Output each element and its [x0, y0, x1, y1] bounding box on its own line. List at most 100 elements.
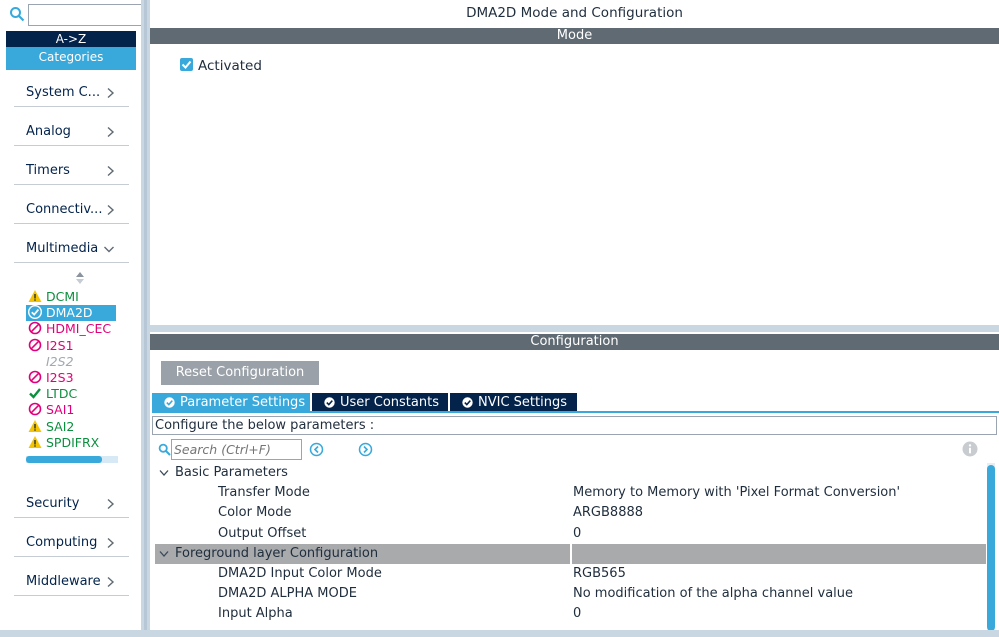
category-label: Multimedia: [26, 241, 99, 256]
category-label: Security: [26, 496, 80, 511]
peripheral-item-i2s1[interactable]: I2S1: [28, 338, 74, 354]
category-security[interactable]: Security: [14, 490, 129, 518]
param-row[interactable]: Input Alpha 0: [155, 604, 986, 624]
chevron-down-icon[interactable]: [159, 469, 169, 477]
check-icon[interactable]: [180, 58, 193, 71]
blocked-icon: [28, 370, 42, 384]
category-connectiv[interactable]: Connectiv...: [14, 196, 129, 224]
bottom-border: [0, 630, 999, 637]
scroll-up-arrow-icon[interactable]: [75, 271, 85, 285]
search-icon: [158, 443, 171, 456]
warning-icon: [28, 290, 42, 302]
search-icon[interactable]: [9, 6, 25, 22]
tab-label: NVIC Settings: [478, 395, 567, 410]
tab-user-constants[interactable]: User Constants: [312, 393, 448, 412]
configuration-header: Configuration: [150, 334, 999, 350]
parameter-tree: Basic Parameters Transfer Mode Memory to M…: [155, 463, 986, 633]
category-analog[interactable]: Analog: [14, 118, 129, 146]
scrollbar-thumb[interactable]: [987, 465, 995, 631]
chevron-right-icon: [107, 576, 115, 588]
group-label: Basic Parameters: [175, 465, 288, 480]
param-group-basic-parameters[interactable]: Basic Parameters: [155, 463, 986, 483]
param-value[interactable]: Memory to Memory with 'Pixel Format Conv…: [573, 483, 900, 503]
peripheral-item-ltdc[interactable]: LTDC: [28, 386, 77, 402]
info-icon[interactable]: [962, 441, 978, 457]
panel-divider[interactable]: [150, 325, 999, 332]
category-label: Timers: [26, 163, 70, 178]
param-row[interactable]: Color Mode ARGB8888: [155, 503, 986, 523]
check-icon: [324, 397, 335, 408]
peripheral-label: DCMI: [46, 289, 79, 304]
sidebar-search: [6, 4, 146, 26]
peripheral-item-sai1[interactable]: SAI1: [28, 402, 74, 418]
previous-match-icon[interactable]: [309, 442, 324, 457]
param-name: Input Alpha: [218, 606, 293, 622]
param-value[interactable]: ARGB8888: [573, 503, 643, 523]
param-value[interactable]: No modification of the alpha channel val…: [573, 584, 853, 604]
peripheral-item-dma2d[interactable]: DMA2D: [26, 305, 116, 322]
categories-underline: [6, 67, 136, 70]
peripheral-item-sai2[interactable]: SAI2: [28, 419, 74, 435]
chevron-right-icon: [107, 126, 115, 138]
sidebar-search-input[interactable]: [28, 4, 146, 26]
peripheral-label: SAI1: [46, 402, 75, 418]
category-multimedia[interactable]: Multimedia: [14, 235, 129, 263]
peripheral-label: DMA2D: [46, 305, 93, 321]
splitter-grip: [144, 0, 147, 637]
configure-hint: Configure the below parameters :: [152, 416, 997, 435]
param-value[interactable]: 0: [573, 524, 581, 544]
tab-parameter-settings[interactable]: Parameter Settings: [152, 393, 310, 412]
category-label: Connectiv...: [26, 202, 103, 217]
peripheral-label: LTDC: [46, 386, 78, 402]
category-label: Analog: [26, 124, 71, 139]
param-name: Transfer Mode: [218, 485, 310, 501]
activated-checkbox[interactable]: Activated: [180, 58, 262, 74]
categories-button[interactable]: Categories: [6, 47, 136, 67]
chevron-right-icon: [107, 165, 115, 177]
check-icon: [462, 397, 473, 408]
parameter-tree-scrollbar[interactable]: [987, 463, 995, 633]
sidebar-splitter[interactable]: [141, 0, 150, 637]
param-row[interactable]: DMA2D ALPHA MODE No modification of the a…: [155, 584, 986, 604]
blocked-icon: [28, 403, 42, 416]
peripheral-list-scrollbar[interactable]: [26, 456, 118, 463]
page-title: DMA2D Mode and Configuration: [466, 5, 683, 21]
check-icon: [29, 388, 41, 399]
category-system-c[interactable]: System C...: [14, 79, 129, 107]
sort-az-button[interactable]: A->Z: [6, 31, 136, 47]
category-timers[interactable]: Timers: [14, 157, 129, 185]
param-name: Output Offset: [218, 525, 307, 541]
peripheral-item-hdmi-cec[interactable]: HDMI_CEC: [28, 321, 111, 337]
peripheral-item-dcmi[interactable]: DCMI: [28, 289, 79, 305]
chevron-right-icon: [107, 498, 115, 510]
next-match-icon[interactable]: [358, 442, 373, 457]
chevron-right-icon: [107, 204, 115, 216]
category-label: System C...: [26, 85, 101, 100]
category-middleware[interactable]: Middleware: [14, 568, 129, 596]
tab-label: Parameter Settings: [180, 395, 306, 410]
peripheral-item-i2s3[interactable]: I2S3: [28, 370, 74, 386]
peripheral-item-spdifrx[interactable]: SPDIFRX: [28, 435, 99, 451]
param-value[interactable]: RGB565: [573, 564, 626, 584]
blocked-icon: [28, 338, 42, 351]
reset-configuration-button[interactable]: Reset Configuration: [161, 361, 319, 385]
param-row[interactable]: Output Offset 0: [155, 524, 986, 544]
parameter-search-input[interactable]: [171, 439, 302, 460]
chevron-down-icon: [104, 246, 114, 253]
param-value[interactable]: 0: [573, 604, 581, 624]
chevron-down-icon[interactable]: [159, 550, 169, 558]
param-row[interactable]: DMA2D Input Color Mode RGB565: [155, 564, 986, 584]
tab-label: User Constants: [340, 395, 439, 410]
peripheral-sidebar: A->Z Categories System C... Analog Timers C…: [0, 0, 146, 637]
scrollbar-thumb[interactable]: [26, 456, 102, 463]
peripheral-label: SPDIFRX: [46, 434, 100, 450]
peripheral-item-i2s2[interactable]: I2S2: [28, 354, 74, 370]
main-panel: DMA2D Mode and Configuration Mode Activa…: [150, 0, 999, 637]
param-group-foreground-layer-configuration[interactable]: Foreground layer Configuration: [155, 543, 986, 564]
tab-nvic-settings[interactable]: NVIC Settings: [450, 393, 577, 412]
peripheral-label: I2S2: [46, 353, 74, 369]
category-label: Middleware: [26, 574, 101, 589]
warning-icon: [28, 419, 42, 432]
param-row[interactable]: Transfer Mode Memory to Memory with 'Pixe…: [155, 483, 986, 503]
category-computing[interactable]: Computing: [14, 529, 129, 557]
